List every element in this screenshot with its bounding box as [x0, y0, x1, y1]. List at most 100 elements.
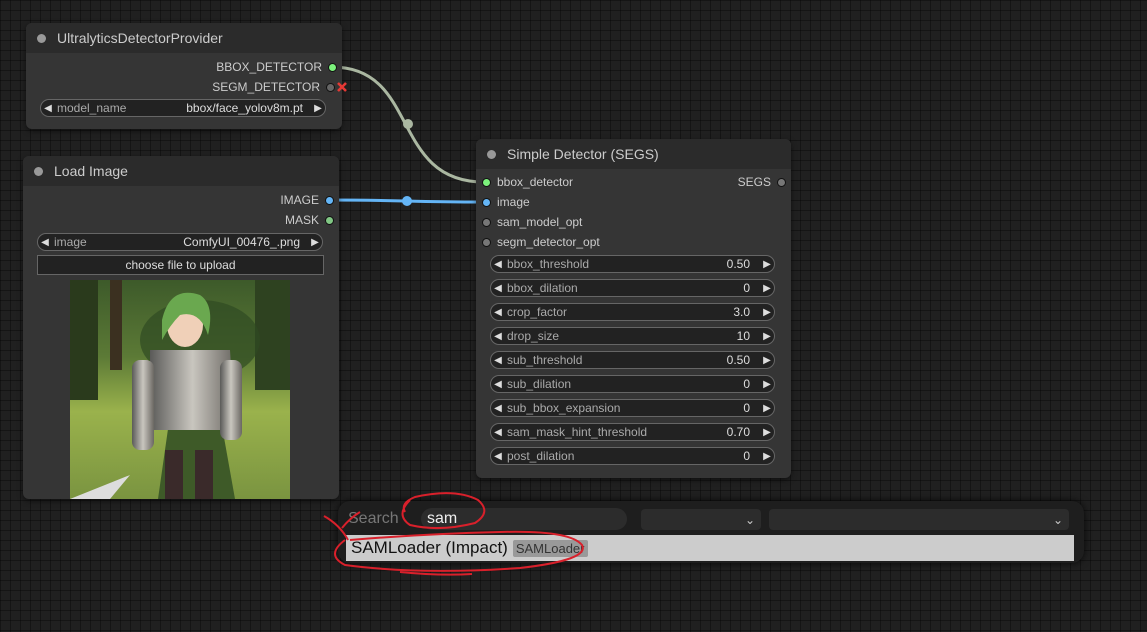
- choose-file-button[interactable]: choose file to upload: [37, 255, 324, 275]
- arrow-left-icon[interactable]: ◀: [491, 403, 505, 414]
- output-segm-detector[interactable]: SEGM_DETECTOR: [212, 77, 348, 97]
- arrow-left-icon[interactable]: ◀: [491, 451, 505, 462]
- widget-value: bbox/face_yolov8m.pt: [186, 101, 303, 115]
- node-search-dialog[interactable]: Search ⌄ ⌄ SAMLoader (Impact) SAMLoader: [338, 501, 1084, 563]
- input-label: sam_model_opt: [497, 215, 583, 229]
- link-bbox-detector: [331, 65, 485, 184]
- input-slot-icon[interactable]: [482, 217, 491, 227]
- image-preview: [70, 280, 290, 499]
- collapse-dot-icon[interactable]: [37, 33, 46, 43]
- output-label: SEGS: [737, 175, 771, 189]
- node-title-bar[interactable]: Load Image: [23, 156, 339, 186]
- collapse-dot-icon[interactable]: [34, 166, 43, 176]
- widget-value: 0: [743, 449, 750, 463]
- input-sam-model-opt[interactable]: sam_model_opt: [476, 212, 582, 232]
- widget-sub-dilation[interactable]: ◀ sub_dilation 0 ▶: [490, 375, 775, 393]
- arrow-left-icon[interactable]: ◀: [491, 355, 505, 366]
- arrow-left-icon[interactable]: ◀: [41, 103, 55, 114]
- node-title-bar[interactable]: UltralyticsDetectorProvider: [26, 23, 342, 53]
- arrow-left-icon[interactable]: ◀: [38, 237, 52, 248]
- input-slot-icon[interactable]: [482, 177, 491, 187]
- link-image: [327, 198, 485, 204]
- output-image[interactable]: IMAGE: [280, 190, 339, 210]
- widget-sam-mask-hint-threshold[interactable]: ◀ sam_mask_hint_threshold 0.70 ▶: [490, 423, 775, 441]
- arrow-left-icon[interactable]: ◀: [491, 259, 505, 270]
- widget-label: bbox_dilation: [507, 281, 578, 295]
- search-input[interactable]: [421, 508, 627, 530]
- widget-bbox-threshold[interactable]: ◀ bbox_threshold 0.50 ▶: [490, 255, 775, 273]
- output-mask[interactable]: MASK: [285, 210, 339, 230]
- widget-value: 0.50: [726, 353, 750, 367]
- node-title: Simple Detector (SEGS): [507, 146, 659, 162]
- node-title-bar[interactable]: Simple Detector (SEGS): [476, 139, 791, 169]
- input-bbox-detector[interactable]: bbox_detector: [476, 172, 573, 192]
- output-label: IMAGE: [280, 193, 319, 207]
- output-slot-icon[interactable]: [325, 195, 334, 205]
- arrow-right-icon[interactable]: ▶: [760, 427, 774, 438]
- widget-bbox-dilation[interactable]: ◀ bbox_dilation 0 ▶: [490, 279, 775, 297]
- link-bbox-midpoint: [403, 119, 413, 129]
- node-ultralytics-detector-provider[interactable]: UltralyticsDetectorProvider BBOX_DETECTO…: [26, 23, 347, 129]
- model-name-combo[interactable]: ◀ model_name bbox/face_yolov8m.pt ▶: [40, 99, 326, 117]
- widget-label: image: [54, 235, 87, 249]
- widget-label: sub_bbox_expansion: [507, 401, 621, 415]
- widget-value: 0.70: [726, 425, 750, 439]
- filter-input-type-select[interactable]: ⌄: [641, 509, 761, 530]
- widget-value: 0: [743, 377, 750, 391]
- output-segs[interactable]: SEGS: [738, 172, 791, 192]
- input-image[interactable]: image: [476, 192, 530, 212]
- widget-crop-factor[interactable]: ◀ crop_factor 3.0 ▶: [490, 303, 775, 321]
- arrow-right-icon[interactable]: ▶: [760, 355, 774, 366]
- input-segm-detector-opt[interactable]: segm_detector_opt: [476, 232, 600, 252]
- output-label: SEGM_DETECTOR: [212, 80, 320, 94]
- widget-label: model_name: [57, 101, 127, 115]
- arrow-right-icon[interactable]: ▶: [760, 307, 774, 318]
- arrow-right-icon[interactable]: ▶: [311, 103, 325, 114]
- node-title: Load Image: [54, 163, 128, 179]
- widget-sub-bbox-expansion[interactable]: ◀ sub_bbox_expansion 0 ▶: [490, 399, 775, 417]
- widget-sub-threshold[interactable]: ◀ sub_threshold 0.50 ▶: [490, 351, 775, 369]
- widget-label: sub_threshold: [507, 353, 583, 367]
- image-combo[interactable]: ◀ image ComfyUI_00476_.png ▶: [37, 233, 323, 251]
- output-bbox-detector[interactable]: BBOX_DETECTOR: [216, 57, 342, 77]
- output-slot-icon[interactable]: [325, 215, 334, 225]
- chevron-down-icon: ⌄: [1052, 512, 1063, 527]
- arrow-right-icon[interactable]: ▶: [760, 403, 774, 414]
- widget-value: ComfyUI_00476_.png: [183, 235, 300, 249]
- filter-output-type-select[interactable]: ⌄: [769, 509, 1069, 530]
- node-load-image[interactable]: Load Image IMAGE MASK ◀ image ComfyUI_00…: [23, 156, 339, 499]
- widget-drop-size[interactable]: ◀ drop_size 10 ▶: [490, 327, 775, 345]
- input-slot-icon[interactable]: [482, 197, 491, 207]
- output-label: BBOX_DETECTOR: [216, 60, 322, 74]
- disconnected-x-icon: [337, 82, 347, 92]
- widget-value: 0.50: [726, 257, 750, 271]
- arrow-right-icon[interactable]: ▶: [760, 451, 774, 462]
- node-simple-detector[interactable]: Simple Detector (SEGS) bbox_detector SEG…: [476, 139, 791, 478]
- widget-label: post_dilation: [507, 449, 575, 463]
- widget-value: 3.0: [733, 305, 750, 319]
- output-slot-icon[interactable]: [777, 177, 786, 187]
- arrow-right-icon[interactable]: ▶: [308, 237, 322, 248]
- widget-value: 0: [743, 281, 750, 295]
- arrow-left-icon[interactable]: ◀: [491, 379, 505, 390]
- widget-label: crop_factor: [507, 305, 568, 319]
- arrow-left-icon[interactable]: ◀: [491, 331, 505, 342]
- result-tag: SAMLoader: [512, 539, 588, 557]
- output-slot-icon[interactable]: [328, 62, 337, 72]
- result-name: SAMLoader (Impact): [351, 538, 508, 557]
- arrow-right-icon[interactable]: ▶: [760, 379, 774, 390]
- input-label: bbox_detector: [497, 175, 574, 189]
- widget-label: sam_mask_hint_threshold: [507, 425, 648, 439]
- output-label: MASK: [284, 213, 319, 227]
- arrow-left-icon[interactable]: ◀: [491, 427, 505, 438]
- output-slot-icon[interactable]: [326, 82, 335, 92]
- search-result-item[interactable]: SAMLoader (Impact) SAMLoader: [346, 535, 1074, 561]
- arrow-right-icon[interactable]: ▶: [760, 331, 774, 342]
- widget-post-dilation[interactable]: ◀ post_dilation 0 ▶: [490, 447, 775, 465]
- arrow-right-icon[interactable]: ▶: [760, 259, 774, 270]
- arrow-left-icon[interactable]: ◀: [491, 307, 505, 318]
- arrow-right-icon[interactable]: ▶: [760, 283, 774, 294]
- collapse-dot-icon[interactable]: [487, 149, 496, 159]
- input-slot-icon[interactable]: [482, 237, 491, 247]
- arrow-left-icon[interactable]: ◀: [491, 283, 505, 294]
